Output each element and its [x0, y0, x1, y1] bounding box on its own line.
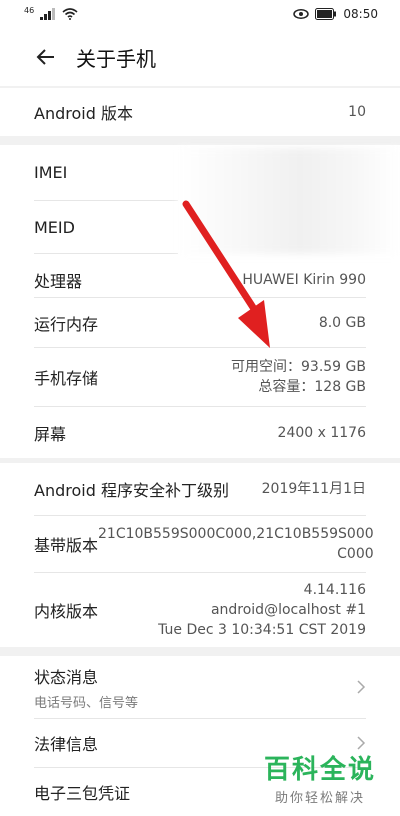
- version-info-card: Android 程序安全补丁级别 2019年11月1日 基带版本 21C10B5…: [0, 463, 400, 647]
- status-left: 46: [24, 5, 78, 20]
- eye-comfort-icon: [293, 9, 310, 19]
- chevron-right-icon: [357, 680, 366, 694]
- ram-row[interactable]: 运行内存 8.0 GB: [0, 299, 400, 347]
- storage-total: 总容量：128 GB: [258, 379, 366, 395]
- status-bar: 46 08:50: [0, 0, 400, 28]
- warranty-label: 电子三包凭证: [34, 784, 131, 803]
- watermark-slogan: 助你轻松解决: [274, 791, 365, 806]
- security-patch-value: 2019年11月1日: [261, 481, 366, 497]
- status-right: 08:50: [293, 7, 378, 21]
- page-title: 关于手机: [76, 46, 156, 71]
- clock: 08:50: [343, 7, 378, 21]
- divider: [34, 297, 366, 298]
- processor-value: HUAWEI Kirin 990: [242, 272, 366, 288]
- back-arrow-icon[interactable]: [34, 45, 58, 69]
- processor-label: 处理器: [34, 272, 83, 291]
- kernel-line1: 4.14.116: [303, 582, 366, 598]
- watermark-logo-text: 百科全说: [263, 755, 376, 785]
- baseband-value: 21C10B559S000C000,21C10B559S000 C000: [98, 524, 374, 564]
- status-info-label: 状态消息: [34, 667, 99, 687]
- baseband-row[interactable]: 基带版本 21C10B559S000C000,21C10B559S000 C00…: [0, 516, 400, 572]
- wifi-icon: [62, 8, 78, 20]
- legal-label: 法律信息: [34, 735, 99, 754]
- ram-label: 运行内存: [34, 315, 99, 334]
- kernel-line3: Tue Dec 3 10:34:51 CST 2019: [158, 622, 366, 638]
- android-version-label: Android 版本: [34, 104, 133, 123]
- signal-icon: [40, 8, 56, 20]
- kernel-line2: android@localhost #1: [210, 602, 366, 618]
- kernel-row[interactable]: 内核版本 4.14.116 android@localhost #1 Tue D…: [0, 573, 400, 647]
- storage-value: 可用空间：93.59 GB 总容量：128 GB: [231, 357, 366, 397]
- network-type-label: 46: [24, 5, 35, 15]
- baseband-line1: 21C10B559S000C000,21C10B559S000: [98, 526, 374, 542]
- app-bar: 关于手机: [0, 28, 400, 86]
- storage-available: 可用空间：93.59 GB: [231, 359, 366, 375]
- watermark: 百科全说 助你轻松解决: [264, 755, 376, 806]
- storage-row[interactable]: 手机存储 可用空间：93.59 GB 总容量：128 GB: [0, 348, 400, 406]
- android-version-row[interactable]: Android 版本 10: [0, 88, 400, 136]
- chevron-right-icon: [357, 736, 366, 750]
- screen-label: 屏幕: [34, 424, 67, 444]
- status-info-text: 状态消息 电话号码、信号等: [34, 664, 138, 711]
- storage-label: 手机存储: [34, 369, 99, 388]
- android-version-card: Android 版本 10: [0, 88, 400, 136]
- security-patch-row[interactable]: Android 程序安全补丁级别 2019年11月1日: [0, 463, 400, 515]
- ram-value: 8.0 GB: [318, 315, 366, 331]
- imei-label: IMEI: [34, 163, 68, 182]
- redacted-blur: [178, 148, 400, 254]
- baseband-label: 基带版本: [34, 536, 99, 555]
- screen-row[interactable]: 屏幕 2400 x 1176: [0, 407, 400, 458]
- security-patch-label: Android 程序安全补丁级别: [34, 481, 229, 500]
- android-version-value: 10: [348, 104, 366, 120]
- battery-icon: [315, 8, 337, 20]
- kernel-label: 内核版本: [34, 602, 99, 621]
- meid-label: MEID: [34, 217, 75, 237]
- baseband-line2: C000: [337, 546, 374, 562]
- status-info-row[interactable]: 状态消息 电话号码、信号等: [0, 656, 400, 718]
- status-info-sub: 电话号码、信号等: [34, 695, 139, 711]
- kernel-value: 4.14.116 android@localhost #1 Tue Dec 3 …: [158, 580, 366, 640]
- screen-value: 2400 x 1176: [277, 424, 366, 441]
